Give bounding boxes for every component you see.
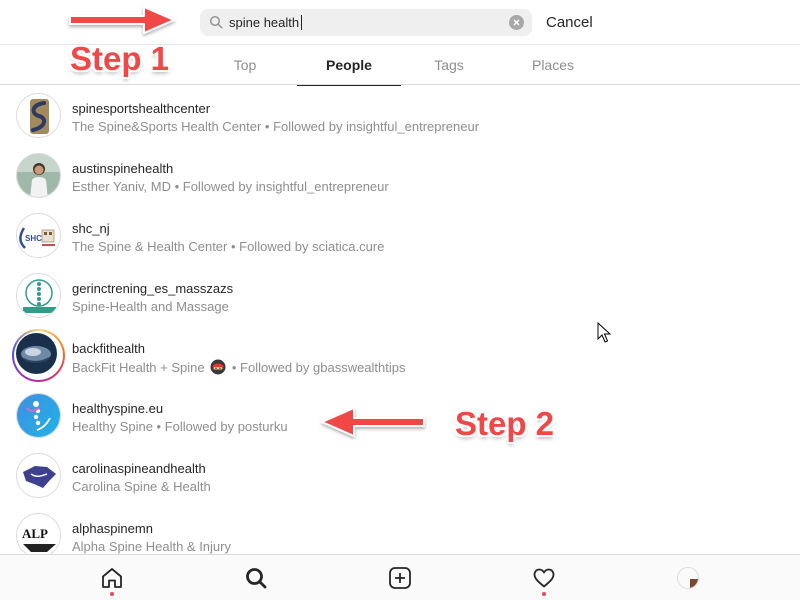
tab-people[interactable]: People: [297, 45, 401, 86]
search-box[interactable]: [200, 9, 532, 36]
avatar: [16, 273, 61, 318]
user-subtitle: Esther Yaniv, MD • Followed by insightfu…: [72, 179, 389, 194]
people-results-list: spinesportshealthcenter The Spine&Sports…: [0, 86, 800, 554]
nav-profile[interactable]: [664, 555, 712, 600]
helmet-emoji-icon: [210, 359, 226, 375]
avatar: [16, 453, 61, 498]
list-item[interactable]: SHC shc_nj The Spine & Health Center • F…: [0, 206, 800, 266]
user-subtitle: The Spine&Sports Health Center • Followe…: [72, 119, 480, 134]
subtitle-followed-by: • Followed by gbasswealthtips: [231, 360, 406, 375]
nav-activity[interactable]: [520, 555, 568, 600]
avatar: [16, 93, 61, 138]
list-item[interactable]: ALP alphaspinemn Alpha Spine Health & In…: [0, 506, 800, 554]
step2-arrow: [321, 407, 425, 437]
user-subtitle: Carolina Spine & Health: [72, 479, 211, 494]
tab-top[interactable]: Top: [193, 45, 297, 85]
bottom-nav: [0, 554, 800, 600]
notification-dot: [542, 592, 546, 596]
activity-heart-icon: [533, 568, 555, 588]
tab-places[interactable]: Places: [501, 45, 605, 85]
cancel-button[interactable]: Cancel: [546, 14, 593, 31]
mouse-cursor-icon: [597, 322, 611, 343]
search-icon: [246, 568, 267, 589]
step2-label: Step 2: [455, 405, 555, 442]
list-item[interactable]: carolinaspineandhealth Carolina Spine & …: [0, 446, 800, 506]
tab-tags[interactable]: Tags: [397, 45, 501, 85]
username: shc_nj: [72, 221, 110, 236]
step1-arrow: [69, 6, 175, 34]
username: healthyspine.eu: [72, 401, 164, 416]
avatar: SHC: [16, 213, 61, 258]
user-subtitle: Healthy Spine • Followed by posturku: [72, 419, 288, 434]
avatar: ALP: [16, 513, 61, 554]
clear-search-icon[interactable]: [509, 15, 524, 30]
story-avatar: [12, 329, 65, 382]
home-icon: [102, 568, 122, 588]
nav-home[interactable]: [88, 555, 136, 600]
user-subtitle: Alpha Spine Health & Injury: [72, 539, 231, 554]
svg-text:SHC: SHC: [25, 234, 42, 243]
username: gerinctrening_es_masszazs: [72, 281, 234, 296]
search-input[interactable]: [229, 12, 499, 33]
user-subtitle: Spine-Health and Massage: [72, 299, 229, 314]
username: spinesportshealthcenter: [72, 101, 211, 116]
list-item[interactable]: spinesportshealthcenter The Spine&Sports…: [0, 86, 800, 146]
avatar: [16, 153, 61, 198]
subtitle-name: BackFit Health + Spine: [72, 360, 205, 375]
notification-dot: [110, 592, 114, 596]
text-caret: [301, 15, 302, 30]
user-subtitle: BackFit Health + Spine • Followed by gba…: [72, 359, 406, 375]
username: austinspinehealth: [72, 161, 174, 176]
list-item[interactable]: backfithealth BackFit Health + Spine • F…: [0, 326, 800, 386]
username: backfithealth: [72, 341, 145, 356]
user-subtitle: The Spine & Health Center • Followed by …: [72, 239, 385, 254]
list-item[interactable]: gerinctrening_es_masszazs Spine-Health a…: [0, 266, 800, 326]
avatar: [16, 393, 61, 438]
svg-text:ALP: ALP: [22, 526, 48, 541]
list-item[interactable]: austinspinehealth Esther Yaniv, MD • Fol…: [0, 146, 800, 206]
nav-search[interactable]: [232, 555, 280, 600]
new-post-icon: [389, 567, 411, 589]
search-tabs: Top People Tags Places: [0, 45, 800, 86]
username: alphaspinemn: [72, 521, 153, 536]
search-icon: [209, 15, 223, 29]
profile-avatar: [677, 567, 699, 589]
nav-new-post[interactable]: [376, 555, 424, 600]
username: carolinaspineandhealth: [72, 461, 206, 476]
